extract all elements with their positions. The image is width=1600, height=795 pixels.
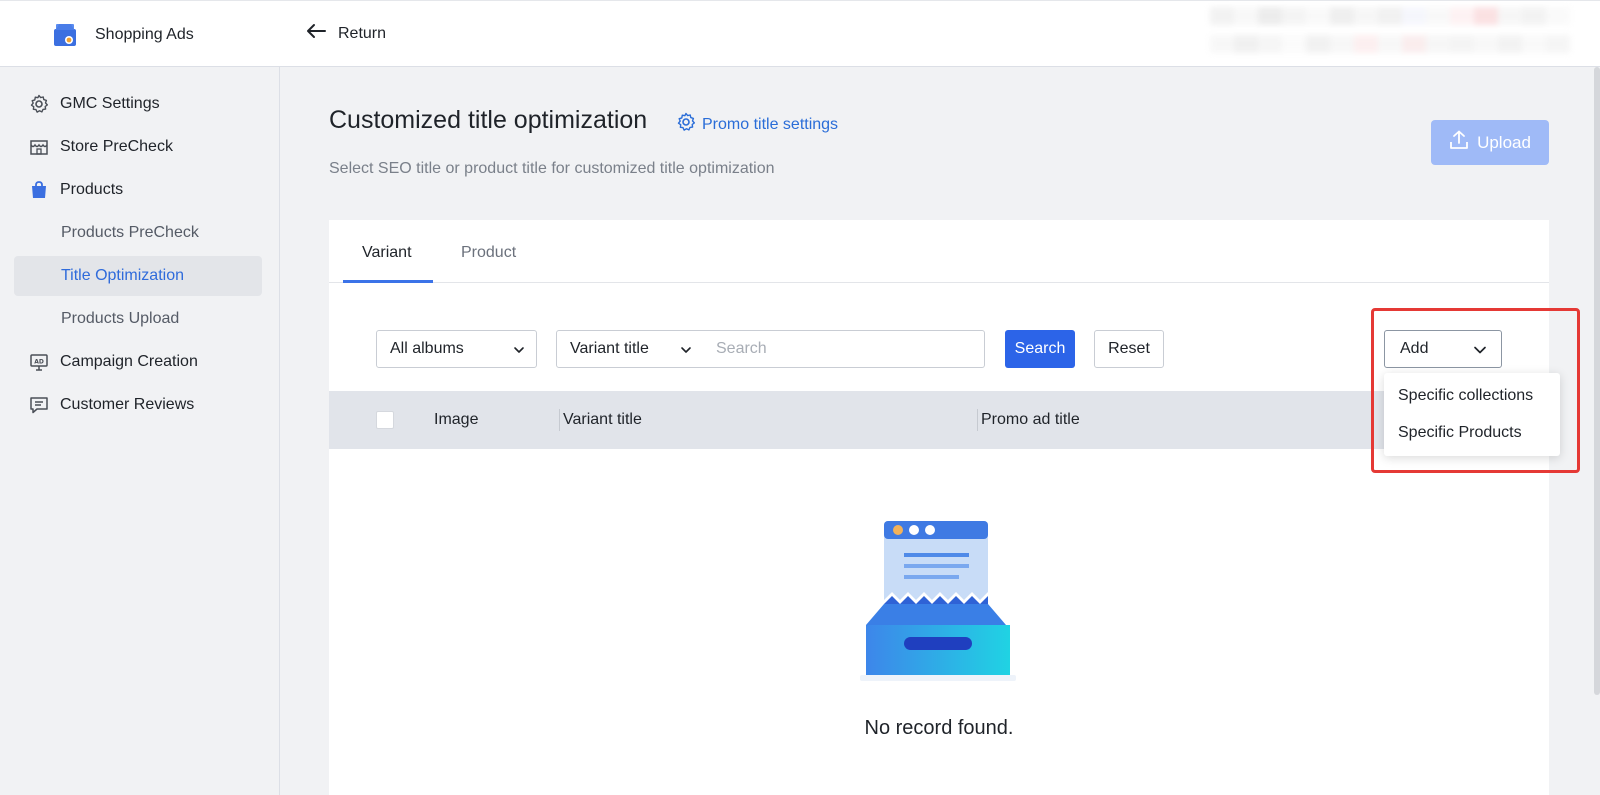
tab-variant[interactable]: Variant — [362, 244, 412, 262]
ad-screen-icon: AD — [28, 351, 50, 373]
albums-select[interactable]: All albums — [376, 330, 537, 368]
upload-button[interactable]: Upload — [1431, 120, 1549, 165]
column-header-promo-ad-title: Promo ad title — [981, 411, 1080, 428]
chevron-down-icon — [512, 343, 526, 362]
sidebar-item-label: Campaign Creation — [60, 353, 198, 370]
store-icon — [28, 136, 50, 158]
upload-icon — [1449, 130, 1469, 155]
return-label: Return — [338, 24, 387, 42]
menu-item-specific-collections[interactable]: Specific collections — [1398, 387, 1533, 405]
promo-link-label: Promo title settings — [702, 115, 839, 133]
tab-bar: Variant Product — [329, 220, 1549, 283]
upload-label: Upload — [1477, 132, 1531, 152]
sidebar-item-label: Products — [60, 181, 124, 198]
empty-box-illustration — [856, 520, 1020, 705]
sidebar-item-label: Title Optimization — [61, 267, 184, 284]
blurred-account-area — [1210, 7, 1570, 63]
search-button[interactable]: Search — [1005, 330, 1075, 368]
sidebar-item-label: Products PreCheck — [61, 224, 199, 241]
sidebar-item-label: Customer Reviews — [60, 396, 195, 413]
gear-icon — [28, 93, 50, 115]
albums-select-value: All albums — [390, 340, 464, 357]
chevron-down-icon — [679, 343, 693, 362]
brand: Shopping Ads — [52, 23, 194, 47]
table-header: Image Variant title Promo ad title — [329, 391, 1549, 449]
page-scrollbar[interactable] — [1594, 67, 1600, 695]
active-tab-indicator — [343, 280, 433, 283]
shopping-ads-logo-icon — [52, 23, 78, 47]
menu-item-specific-products[interactable]: Specific Products — [1398, 424, 1522, 442]
add-dropdown-label: Add — [1400, 340, 1429, 357]
reset-button[interactable]: Reset — [1094, 330, 1164, 368]
promo-title-settings-link[interactable]: Promo title settings — [676, 112, 838, 137]
column-divider — [559, 409, 560, 431]
sidebar-item-title-optimization[interactable]: Title Optimization — [14, 256, 262, 296]
arrow-left-icon — [306, 23, 326, 44]
return-button[interactable]: Return — [306, 23, 386, 44]
sidebar-item-label: GMC Settings — [60, 95, 160, 112]
select-all-checkbox[interactable] — [376, 411, 394, 429]
shopping-bag-icon — [28, 179, 50, 201]
svg-text:AD: AD — [34, 359, 44, 366]
sidebar-item-products-precheck[interactable]: Products PreCheck — [14, 213, 262, 253]
sidebar-item-products[interactable]: Products — [14, 170, 262, 210]
column-header-image: Image — [434, 411, 479, 428]
search-input[interactable] — [703, 330, 985, 368]
add-dropdown-menu: Specific collections Specific Products — [1384, 373, 1560, 456]
tab-product[interactable]: Product — [461, 244, 516, 262]
sidebar-item-label: Products Upload — [61, 310, 180, 327]
comment-icon — [28, 394, 50, 416]
empty-state-text: No record found. — [864, 717, 1014, 739]
sidebar-item-customer-reviews[interactable]: Customer Reviews — [14, 385, 262, 425]
chevron-down-icon — [1473, 343, 1487, 362]
search-field-select-value: Variant title — [570, 340, 649, 357]
app-title: Shopping Ads — [95, 26, 194, 43]
add-dropdown[interactable]: Add — [1384, 330, 1502, 368]
search-field-select[interactable]: Variant title — [556, 330, 704, 368]
column-divider — [977, 409, 978, 431]
sidebar-item-store-precheck[interactable]: Store PreCheck — [14, 127, 262, 167]
gear-icon — [676, 112, 696, 137]
sidebar-item-gmc-settings[interactable]: GMC Settings — [14, 84, 262, 124]
top-bar: Shopping Ads Return — [0, 0, 1600, 67]
sidebar-item-campaign-creation[interactable]: AD Campaign Creation — [14, 342, 262, 382]
sidebar-item-label: Store PreCheck — [60, 138, 173, 155]
page-title: Customized title optimization — [329, 106, 648, 134]
sidebar: GMC Settings Store PreCheck Products Pro… — [0, 67, 280, 795]
sidebar-item-products-upload[interactable]: Products Upload — [14, 299, 262, 339]
column-header-variant-title: Variant title — [563, 411, 642, 428]
content-card: Variant Product All albums Variant title… — [329, 220, 1549, 795]
page-subtitle: Select SEO title or product title for cu… — [329, 160, 775, 177]
